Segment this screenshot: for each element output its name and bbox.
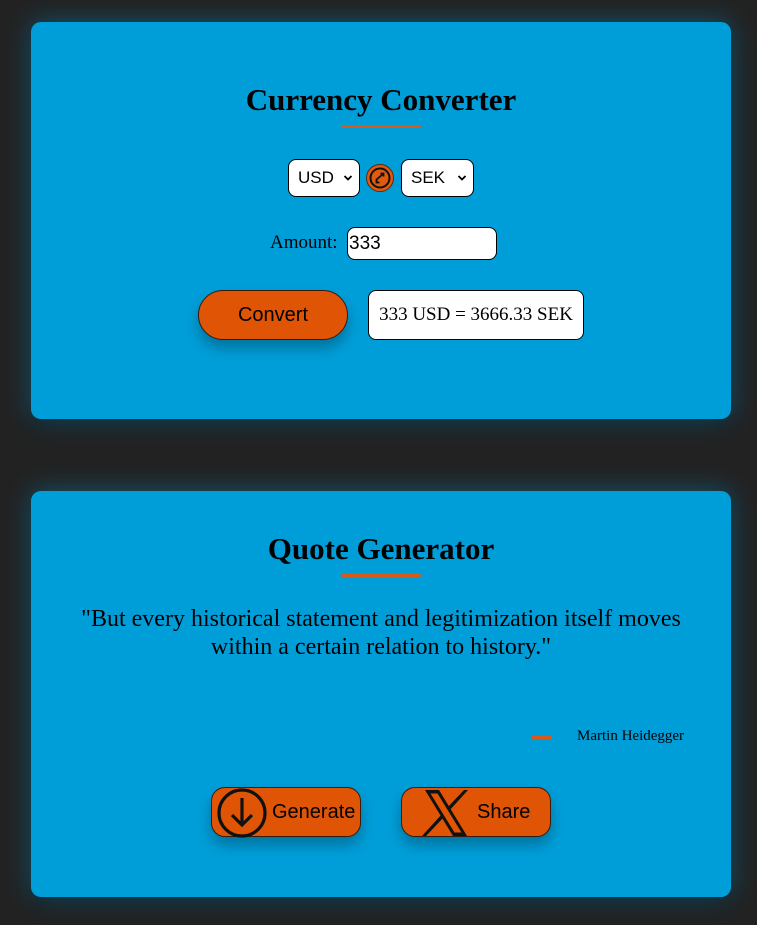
quote-author: Martin Heidegger (577, 728, 685, 744)
from-currency-select[interactable]: USD (288, 159, 360, 197)
chevron-down-icon (457, 175, 467, 181)
to-currency-select[interactable]: SEK (401, 159, 474, 197)
x-logo-icon (422, 790, 468, 836)
quote-text: "But every historical statement and legi… (81, 606, 681, 660)
title-underline (341, 125, 421, 128)
generate-button[interactable]: Generate (211, 787, 361, 838)
swap-currencies-button[interactable] (366, 164, 394, 192)
currency-converter-card: Currency Converter USD SEK Amount: 333 C… (31, 22, 731, 419)
share-button-label: Share (477, 801, 531, 823)
from-currency-value: USD (298, 168, 334, 187)
share-button[interactable]: Share (401, 787, 551, 837)
quote-generator-title: Quote Generator (267, 531, 495, 566)
amount-label: Amount: (270, 232, 338, 253)
swap-arrows-icon (369, 167, 391, 189)
conversion-result: 333 USD = 3666.33 SEK (368, 290, 584, 340)
currency-converter-title: Currency Converter (245, 82, 517, 117)
author-dash (531, 736, 551, 739)
convert-button[interactable]: Convert (198, 290, 348, 340)
quote-generator-card: Quote Generator "But every historical st… (31, 491, 731, 897)
amount-input[interactable]: 333 (347, 227, 497, 260)
to-currency-value: SEK (411, 168, 446, 187)
download-circle-icon (217, 788, 267, 838)
title-underline (341, 574, 421, 577)
generate-button-label: Generate (272, 801, 356, 823)
chevron-down-icon (343, 175, 353, 181)
